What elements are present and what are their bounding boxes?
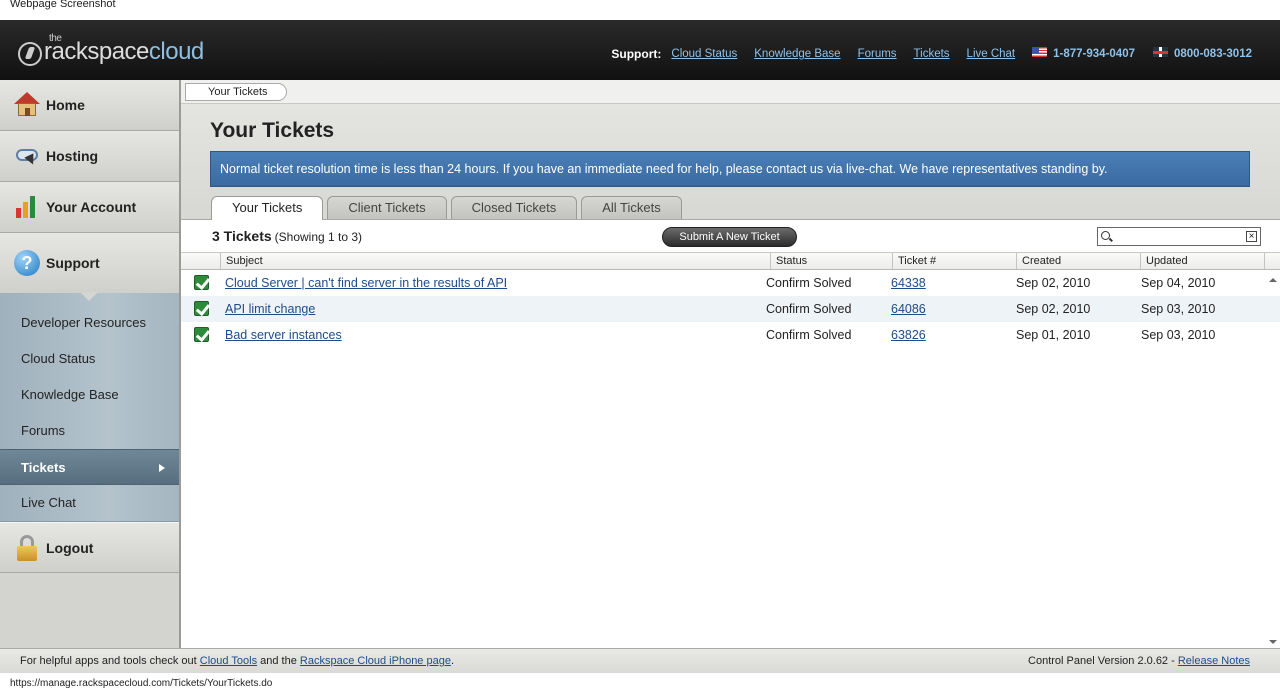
subnav-cloud-status[interactable]: Cloud Status	[0, 341, 179, 377]
header-created[interactable]: Created	[1016, 253, 1140, 269]
question-icon: ?	[14, 250, 40, 276]
ticket-subject-link[interactable]: Bad server instances	[225, 328, 342, 342]
cloud-tools-link[interactable]: Cloud Tools	[200, 655, 257, 667]
table-row: Cloud Server | can't find server in the …	[181, 270, 1280, 296]
chevron-right-icon	[159, 464, 165, 472]
tab-client-tickets[interactable]: Client Tickets	[327, 196, 447, 219]
tickets-toolbar: 3 Tickets (Showing 1 to 3) Submit A New T…	[181, 220, 1280, 253]
subnav-forums[interactable]: Forums	[0, 413, 179, 449]
lock-icon	[14, 534, 40, 561]
ticket-status: Confirm Solved	[766, 302, 852, 316]
support-links: Support: Cloud Status Knowledge Base For…	[611, 47, 1252, 61]
ticket-subject-link[interactable]: API limit change	[225, 302, 315, 316]
nav-your-account[interactable]: Your Account	[0, 182, 179, 233]
footer-left: For helpful apps and tools check out Clo…	[20, 655, 455, 667]
breadcrumb-bar: Your Tickets	[181, 80, 1280, 104]
link-live-chat[interactable]: Live Chat	[967, 48, 1016, 60]
version-text: Control Panel Version 2.0.62 -	[1028, 655, 1175, 667]
link-knowledge-base[interactable]: Knowledge Base	[754, 48, 840, 60]
ticket-tabs: Your Tickets Client Tickets Closed Ticke…	[211, 196, 682, 220]
solved-check-icon	[194, 275, 209, 290]
subnav-live-chat[interactable]: Live Chat	[0, 485, 179, 521]
search-icon	[1101, 231, 1110, 240]
subnav-knowledge-base[interactable]: Knowledge Base	[0, 377, 179, 413]
footer-right: Control Panel Version 2.0.62 - Release N…	[1028, 655, 1250, 667]
clear-search-icon[interactable]: ×	[1246, 231, 1257, 242]
ticket-subject-link[interactable]: Cloud Server | can't find server in the …	[225, 276, 507, 290]
iphone-page-link[interactable]: Rackspace Cloud iPhone page	[300, 655, 451, 667]
search-input[interactable]	[1114, 229, 1244, 244]
rackspace-cloud-logo[interactable]: the rackspace cloud	[18, 33, 204, 66]
search-box: ×	[1097, 227, 1261, 246]
table-row: Bad server instances Confirm Solved 6382…	[181, 322, 1280, 348]
phone-us: 1-877-934-0407	[1032, 47, 1135, 60]
ticket-created: Sep 01, 2010	[1016, 328, 1091, 342]
us-flag-icon	[1032, 47, 1048, 57]
table-header: Subject Status Ticket # Created Updated	[181, 253, 1280, 270]
tab-all-tickets[interactable]: All Tickets	[581, 196, 682, 219]
support-pointer	[80, 292, 98, 301]
ticket-status: Confirm Solved	[766, 328, 852, 342]
link-forums[interactable]: Forums	[858, 48, 897, 60]
ticket-updated: Sep 03, 2010	[1141, 302, 1216, 316]
ticket-count: 3 Tickets (Showing 1 to 3)	[212, 228, 363, 244]
tab-your-tickets[interactable]: Your Tickets	[211, 196, 324, 220]
nav-hosting[interactable]: Hosting	[0, 131, 179, 182]
scroll-down-arrow-icon[interactable]	[1269, 640, 1277, 644]
header-updated[interactable]: Updated	[1140, 253, 1264, 269]
nav-home[interactable]: Home	[0, 80, 179, 131]
home-icon	[14, 92, 40, 118]
nav-support[interactable]: ? Support	[0, 233, 179, 301]
release-notes-link[interactable]: Release Notes	[1178, 655, 1250, 667]
cloud-icon	[14, 143, 40, 169]
support-label: Support:	[611, 47, 662, 61]
uk-flag-icon	[1152, 47, 1168, 57]
main-content: Your Tickets Your Tickets Normal ticket …	[181, 80, 1280, 648]
link-tickets[interactable]: Tickets	[914, 48, 950, 60]
phone-uk: 0800-083-3012	[1152, 47, 1252, 60]
header-scroll-col	[1264, 253, 1280, 269]
showing-range: (Showing 1 to 3)	[274, 230, 363, 244]
ticket-number-link[interactable]: 64338	[891, 276, 926, 290]
link-cloud-status[interactable]: Cloud Status	[671, 48, 737, 60]
scroll-up-arrow-icon[interactable]	[1269, 278, 1277, 282]
page-header: Your Tickets Normal ticket resolution ti…	[181, 104, 1280, 220]
ticket-created: Sep 02, 2010	[1016, 302, 1091, 316]
solved-check-icon	[194, 327, 209, 342]
header-subject[interactable]: Subject	[220, 253, 770, 269]
subnav-developer-resources[interactable]: Developer Resources	[0, 305, 179, 341]
ticket-updated: Sep 03, 2010	[1141, 328, 1216, 342]
ticket-number-link[interactable]: 64086	[891, 302, 926, 316]
bar-chart-icon	[14, 194, 40, 220]
rackspace-logo-icon	[18, 42, 42, 66]
nav-logout[interactable]: Logout	[0, 522, 179, 573]
status-url: https://manage.rackspacecloud.com/Ticket…	[0, 673, 1280, 691]
notice-banner: Normal ticket resolution time is less th…	[210, 151, 1250, 187]
ticket-updated: Sep 04, 2010	[1141, 276, 1216, 290]
header-check-col	[181, 253, 220, 269]
footer: For helpful apps and tools check out Clo…	[0, 648, 1280, 673]
ticket-created: Sep 02, 2010	[1016, 276, 1091, 290]
tab-closed-tickets[interactable]: Closed Tickets	[450, 196, 578, 219]
table-row: API limit change Confirm Solved 64086 Se…	[181, 296, 1280, 322]
breadcrumb[interactable]: Your Tickets	[185, 83, 287, 101]
support-subnav: Developer Resources Cloud Status Knowled…	[0, 293, 179, 522]
page-title: Your Tickets	[210, 119, 335, 142]
header-status[interactable]: Status	[770, 253, 892, 269]
solved-check-icon	[194, 301, 209, 316]
header-ticket-number[interactable]: Ticket #	[892, 253, 1016, 269]
screenshot-caption: Webpage Screenshot	[0, 0, 1280, 20]
submit-new-ticket-button[interactable]: Submit A New Ticket	[662, 227, 797, 247]
ticket-list: Cloud Server | can't find server in the …	[181, 270, 1280, 348]
top-bar: the rackspace cloud Support: Cloud Status…	[0, 20, 1280, 80]
subnav-tickets[interactable]: Tickets	[0, 449, 179, 485]
sidebar: Home Hosting Your Account ? Support Deve…	[0, 80, 181, 648]
ticket-status: Confirm Solved	[766, 276, 852, 290]
ticket-number-link[interactable]: 63826	[891, 328, 926, 342]
